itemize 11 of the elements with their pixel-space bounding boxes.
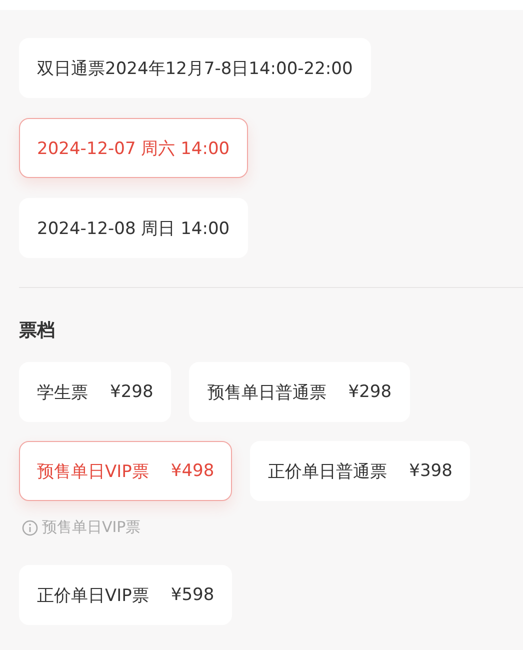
info-icon xyxy=(22,520,38,536)
ticket-option[interactable]: 预售单日VIP票 ¥498 xyxy=(19,441,232,501)
ticket-option[interactable]: 正价单日VIP票 ¥598 xyxy=(19,565,232,625)
session-option[interactable]: 双日通票2024年12月7-8日14:00-22:00 xyxy=(19,38,371,98)
ticket-option[interactable]: 预售单日普通票 ¥298 xyxy=(189,362,410,422)
session-option[interactable]: 2024-12-08 周日 14:00 xyxy=(19,198,248,258)
ticket-option[interactable]: 正价单日普通票 ¥398 xyxy=(250,441,470,501)
ticket-note: 预售单日VIP票 xyxy=(42,518,141,537)
section-title: 票档 xyxy=(19,319,56,342)
ticket-option[interactable]: 学生票 ¥298 xyxy=(19,362,172,422)
session-option[interactable]: 2024-12-07 周六 14:00 xyxy=(19,118,248,178)
